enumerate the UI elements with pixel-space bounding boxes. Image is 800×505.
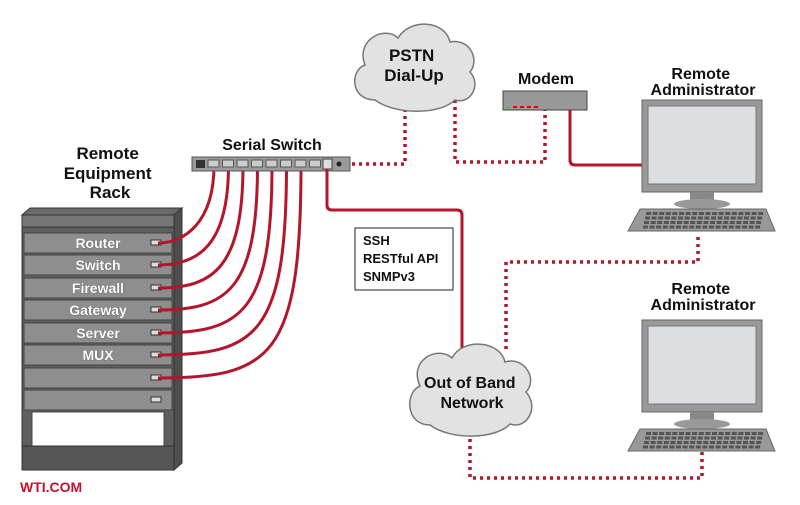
switch-port <box>280 159 292 168</box>
monitor-screen <box>647 105 757 185</box>
rack-title: Remote Equipment Rack <box>64 144 157 202</box>
modem-to-admin-cable <box>568 110 642 167</box>
rack-unit-label: MUX <box>82 347 114 363</box>
modem <box>502 90 588 111</box>
rack-unit: Firewall <box>23 277 173 299</box>
switch-port <box>236 159 249 168</box>
admin2-label: Remote Administrator <box>651 281 756 314</box>
svg-text:PSTN Dial-Up: PSTN Dial-Up <box>384 46 444 85</box>
network-diagram: Remote Equipment Rack Router Switch Firewa… <box>20 23 776 495</box>
modem-label: Modem <box>518 71 574 88</box>
switch-port <box>222 159 234 168</box>
rack-unit: Switch <box>23 254 173 276</box>
serial-port <box>150 396 162 403</box>
out-of-band-cloud: Out of Band Network <box>409 343 533 437</box>
remote-admin-computer-1 <box>627 99 776 232</box>
rack-unit-label: Router <box>75 235 121 251</box>
rack-unit <box>23 389 173 411</box>
admin1-label: Remote Administrator <box>651 66 756 99</box>
rack-unit: Router <box>23 232 173 254</box>
monitor-screen <box>647 325 757 405</box>
switch-port <box>251 159 263 168</box>
switch-port <box>207 159 220 168</box>
rack-unit: Server <box>23 322 173 344</box>
serial-switch[interactable] <box>191 156 351 172</box>
switch-to-pstn-line <box>352 110 407 166</box>
rack-unit-label: Server <box>76 325 120 341</box>
switch-port <box>309 159 321 168</box>
remote-admin-computer-2 <box>627 319 776 452</box>
rack-unit: Gateway <box>23 299 173 321</box>
pstn-cloud: PSTN Dial-Up <box>354 23 476 112</box>
rack-unit-label: Firewall <box>72 280 124 296</box>
serial-switch-label: Serial Switch <box>222 137 322 154</box>
brand-logo: WTI.COM <box>20 479 82 495</box>
rack-unit-label: Gateway <box>69 302 127 318</box>
rack-unit: MUX <box>23 344 173 366</box>
rack-unit-label: Switch <box>75 257 120 273</box>
switch-port <box>294 159 307 168</box>
protocols-box: SSH RESTful API SNMPv3 <box>354 227 454 291</box>
rack-unit <box>23 367 173 389</box>
switch-port <box>265 159 278 168</box>
